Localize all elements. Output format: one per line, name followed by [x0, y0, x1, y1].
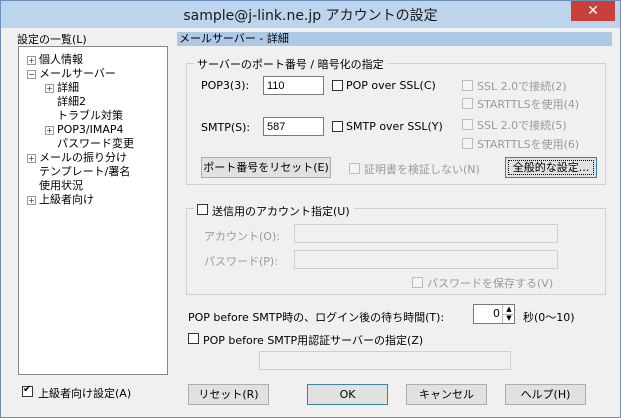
ssl2-pop-checkbox[interactable] — [462, 80, 473, 91]
help-button[interactable]: ヘルプ(H) — [505, 384, 586, 405]
window-title: sample@j-link.ne.jp アカウントの設定 — [183, 8, 438, 24]
tree-item[interactable]: 詳細2 — [57, 95, 86, 108]
expand-icon[interactable]: + — [45, 126, 54, 135]
general-settings-button[interactable]: 全般的な設定... — [505, 157, 597, 178]
no-verify-cert-label: 証明書を検証しない(N) — [364, 163, 480, 176]
expand-icon[interactable]: + — [45, 84, 54, 93]
expand-icon[interactable]: + — [27, 56, 36, 65]
collapse-icon[interactable]: − — [27, 70, 36, 79]
send-account-checkbox[interactable] — [197, 204, 208, 215]
tree-item[interactable]: 上級者向け — [39, 193, 94, 206]
expand-icon[interactable]: + — [27, 154, 36, 163]
settings-list-label: 設定の一覧(L) — [17, 33, 87, 46]
ssl2-pop-label: SSL 2.0で接続(2) — [477, 80, 567, 93]
pop3-port-input[interactable] — [263, 76, 324, 95]
smtp-over-ssl-checkbox[interactable] — [332, 121, 343, 132]
title-bar: sample@j-link.ne.jp アカウントの設定 ✕ — [1, 1, 620, 28]
wait-time-suffix: 秒(0〜10) — [523, 311, 575, 324]
settings-tree[interactable]: + 個人情報 − メールサーバー + 詳細 詳細2 トラブル対策 + POP3/IMAP4 パスワー… — [18, 46, 168, 375]
spin-down-icon[interactable]: ▼ — [502, 314, 515, 323]
password-label: パスワード(P): — [204, 255, 278, 268]
ssl2-smtp-label: SSL 2.0で接続(5) — [477, 119, 567, 132]
cancel-button[interactable]: キャンセル — [406, 384, 487, 405]
starttls-smtp-label: STARTTLSを使用(6) — [477, 138, 580, 151]
smtp-port-input[interactable] — [263, 117, 324, 136]
tree-item[interactable]: メールの振り分け — [39, 151, 127, 164]
wait-time-value: 0 — [493, 307, 500, 320]
tree-item[interactable]: 詳細 — [57, 81, 79, 94]
tree-item[interactable]: テンプレート/署名 — [39, 165, 130, 178]
tree-item[interactable]: パスワード変更 — [57, 137, 134, 150]
starttls-smtp-checkbox[interactable] — [462, 138, 473, 149]
wait-time-label: POP before SMTP時の、ログイン後の待ち時間(T): — [188, 311, 445, 324]
tree-item[interactable]: POP3/IMAP4 — [57, 123, 124, 136]
expand-icon[interactable]: + — [27, 196, 36, 205]
pop3-label: POP3(3): — [201, 79, 250, 92]
tree-item[interactable]: 個人情報 — [39, 53, 83, 66]
tree-item[interactable]: 使用状況 — [39, 179, 83, 192]
tree-item[interactable]: メールサーバー — [39, 67, 116, 80]
reset-button[interactable]: リセット(R) — [188, 384, 269, 405]
save-password-label: パスワードを保存する(V) — [427, 277, 554, 290]
ok-button[interactable]: OK — [307, 384, 388, 405]
auth-server-label: POP before SMTP用認証サーバーの指定(Z) — [203, 334, 424, 347]
starttls-pop-checkbox[interactable] — [462, 98, 473, 109]
account-settings-window: sample@j-link.ne.jp アカウントの設定 ✕ 設定の一覧(L) … — [0, 0, 621, 418]
no-verify-cert-checkbox[interactable] — [349, 163, 360, 174]
close-icon[interactable]: ✕ — [571, 1, 615, 21]
account-input[interactable] — [294, 224, 558, 243]
pop-over-ssl-checkbox[interactable] — [332, 80, 343, 91]
smtp-over-ssl-label: SMTP over SSL(Y) — [346, 120, 443, 133]
smtp-label: SMTP(S): — [201, 121, 251, 134]
starttls-pop-label: STARTTLSを使用(4) — [477, 98, 580, 111]
tree-item[interactable]: トラブル対策 — [57, 109, 123, 122]
ssl2-smtp-checkbox[interactable] — [462, 119, 473, 130]
reset-port-button[interactable]: ポート番号をリセット(E) — [201, 157, 331, 178]
advanced-settings-label: 上級者向け設定(A) — [38, 387, 132, 400]
wait-time-spinner[interactable]: 0 ▲ ▼ — [473, 304, 515, 324]
panel-header: メールサーバー - 詳細 — [177, 32, 612, 46]
password-input[interactable] — [294, 250, 558, 269]
pop-over-ssl-label: POP over SSL(C) — [346, 79, 436, 92]
send-account-label: 送信用のアカウント指定(U) — [212, 205, 350, 218]
auth-server-input[interactable] — [259, 351, 511, 370]
account-label: アカウント(O): — [204, 230, 280, 243]
auth-server-checkbox[interactable] — [188, 333, 199, 344]
advanced-settings-checkbox[interactable] — [22, 384, 33, 397]
port-group-title: サーバーのポート番号 / 暗号化の指定 — [194, 56, 387, 72]
save-password-checkbox[interactable] — [412, 277, 423, 288]
